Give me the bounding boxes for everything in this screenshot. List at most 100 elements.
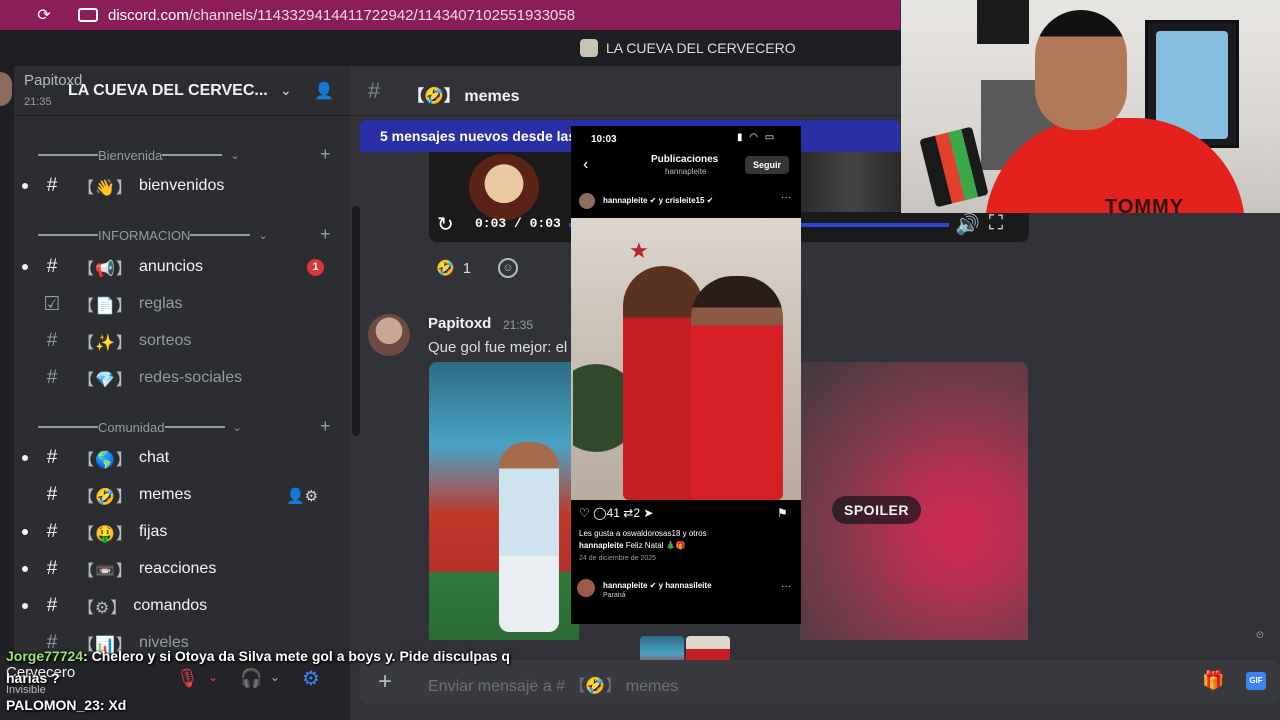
site-info-icon[interactable] [78,8,98,22]
sidebar-scrollbar[interactable] [352,206,360,436]
server-name: LA CUEVA DEL CERVEC... [68,82,268,99]
add-member-icon[interactable]: 👤 [314,81,334,101]
caption-text: Feliz Natal 🎄🎁 [625,541,686,550]
avatar[interactable] [368,314,410,356]
channel-reglas[interactable]: ☑ 【📄】 reglas [36,287,350,321]
video-time: 0:03 / 0:03 [475,216,561,231]
comment-count: 41 [606,506,620,520]
address-text[interactable]: discord.com/channels/1143329414411722942… [108,7,575,24]
post-date: 24 de diciembre de 2025 [579,555,657,562]
category-informacion[interactable]: INFORMACION ⌄ [38,226,268,244]
channel-sorteos[interactable]: # 【✨】 sorteos [36,324,350,358]
channel-label: chat [138,449,170,466]
post-users: hannapleite ✔ y crisleite15 ✔ [603,196,714,205]
reaction-count: 1 [462,259,472,277]
overlay-author: Papitoxd [24,72,83,89]
message-image[interactable] [429,362,579,640]
gear-icon[interactable]: ⚙ [302,666,320,691]
channel-bienvenidos[interactable]: # 【👋】 bienvenidos [36,169,350,203]
unread-indicator [22,603,28,609]
stream-chat-line: harias ? [6,670,60,686]
channel-invite-settings-icons[interactable]: 👤⚙ [286,487,318,505]
spoiler-image[interactable]: SPOILER [800,362,1028,640]
hash-icon: # [46,447,58,468]
channel-label: anuncios [138,258,203,275]
shirt-logo-text: TOMMY [1105,196,1185,213]
reload-icon[interactable]: ⟳ [30,5,58,25]
chevron-down-icon: ⌄ [258,229,268,242]
category-label: Comunidad [98,419,165,435]
fullscreen-icon[interactable]: ⛶ [989,212,1003,235]
composer-placeholder[interactable]: Enviar mensaje a # 【🤣】 memes [428,672,678,696]
new-messages-text: 5 mensajes nuevos desde las [380,128,577,144]
channel-label: comandos [133,597,208,614]
url-host: discord.com [108,6,189,24]
channel-emoji: 【✨】 [78,335,133,352]
category-bienvenida[interactable]: Bienvenida ⌄ [38,146,240,164]
create-channel-plus-icon[interactable]: + [320,224,331,245]
headphones-icon[interactable]: 🎧 [240,668,262,689]
bookmark-icon: ⚑ [777,506,788,520]
channel-comandos[interactable]: # 【⚙】 comandos [36,589,350,623]
channel-reacciones[interactable]: # 【📼】 reacciones [36,552,350,586]
chat-text: : Chelero y si Otoya da Silva mete gol a… [83,648,510,664]
window-title: LA CUEVA DEL CERVECERO [580,39,796,57]
channel-emoji: 【👋】 [78,180,133,197]
video-thumbnail-logo [469,154,539,220]
add-reaction-icon[interactable]: ☺ [498,258,518,278]
channel-emoji: 【💎】 [78,372,133,389]
channel-sidebar: LA CUEVA DEL CERVEC... ⌄ 👤 Bienvenida ⌄ … [14,66,360,656]
gift-icon[interactable]: 🎁 [1202,670,1224,691]
channel-emoji: 【🤣】 [78,489,133,506]
channel-chat[interactable]: # 【🌎】 chat [36,441,350,475]
back-arrow-icon: ‹ [583,156,589,173]
channel-anuncios[interactable]: # 【📢】 anuncios [36,250,350,284]
server-rail[interactable] [0,66,14,666]
message-text: Que gol fue mejor: el [428,339,568,356]
next-post-users: hannapleite ✔ y hannasileite [603,581,712,590]
message-composer[interactable]: + Enviar mensaje a # 【🤣】 memes 🎁 GIF [360,660,1280,704]
mention-badge: 1 [307,259,324,276]
divider [164,426,225,428]
browser-address-bar[interactable]: ⟳ discord.com/channels/11433294144117229… [0,0,900,30]
gif-icon[interactable]: GIF [1246,672,1266,690]
create-channel-plus-icon[interactable]: + [320,416,331,437]
typing-indicator-icon: ⏲ [1256,630,1264,641]
hash-icon: # [46,595,58,616]
plus-icon[interactable]: + [378,668,392,696]
hash-icon: # [368,78,381,103]
post-actions: ♡ ◯41 ⇄2 ➤ [579,506,653,520]
stream-chat-line: PALOMON_23: Xd [6,697,126,713]
chat-username: PALOMON_23 [6,697,100,713]
create-channel-plus-icon[interactable]: + [320,144,331,165]
hash-icon: # [46,484,58,505]
category-comunidad[interactable]: Comunidad ⌄ [38,418,242,436]
channel-label: reacciones [138,560,217,577]
star-icon: ★ [629,238,649,263]
mic-muted-icon[interactable]: 🎙 [176,668,199,689]
server-icon [580,39,598,57]
repost-count: 2 [633,506,640,520]
channel-redes-sociales[interactable]: # 【💎】 redes-sociales [36,361,350,395]
laughing-emoji-icon: 🤣 [436,260,455,277]
phone-status-icons: ▮ ◠ ▭ [737,132,777,143]
divider [190,234,251,236]
unread-indicator [22,264,28,270]
reaction-pill[interactable]: 🤣 1 [430,254,492,282]
share-icon: ➤ [643,506,654,520]
channel-emoji: 【⚙】 [78,600,128,617]
channel-label: redes-sociales [138,369,243,386]
channel-label: fijas [138,523,168,540]
streamer-head [1035,10,1127,130]
chevron-down-icon[interactable]: ⌄ [280,82,292,99]
replay-icon[interactable]: ↻ [437,212,454,237]
volume-icon[interactable]: 🔊 [955,212,980,237]
chat-username: Jorge77724 [6,648,84,664]
channel-fijas[interactable]: # 【🤑】 fijas [36,515,350,549]
chevron-down-icon: ⌄ [232,421,242,434]
channel-label: sorteos [138,332,192,349]
message-author[interactable]: Papitoxd [428,315,491,332]
chevron-down-icon[interactable]: ⌄ [208,670,218,684]
chevron-down-icon[interactable]: ⌄ [270,670,280,684]
next-post-location: Paraná [603,592,626,599]
